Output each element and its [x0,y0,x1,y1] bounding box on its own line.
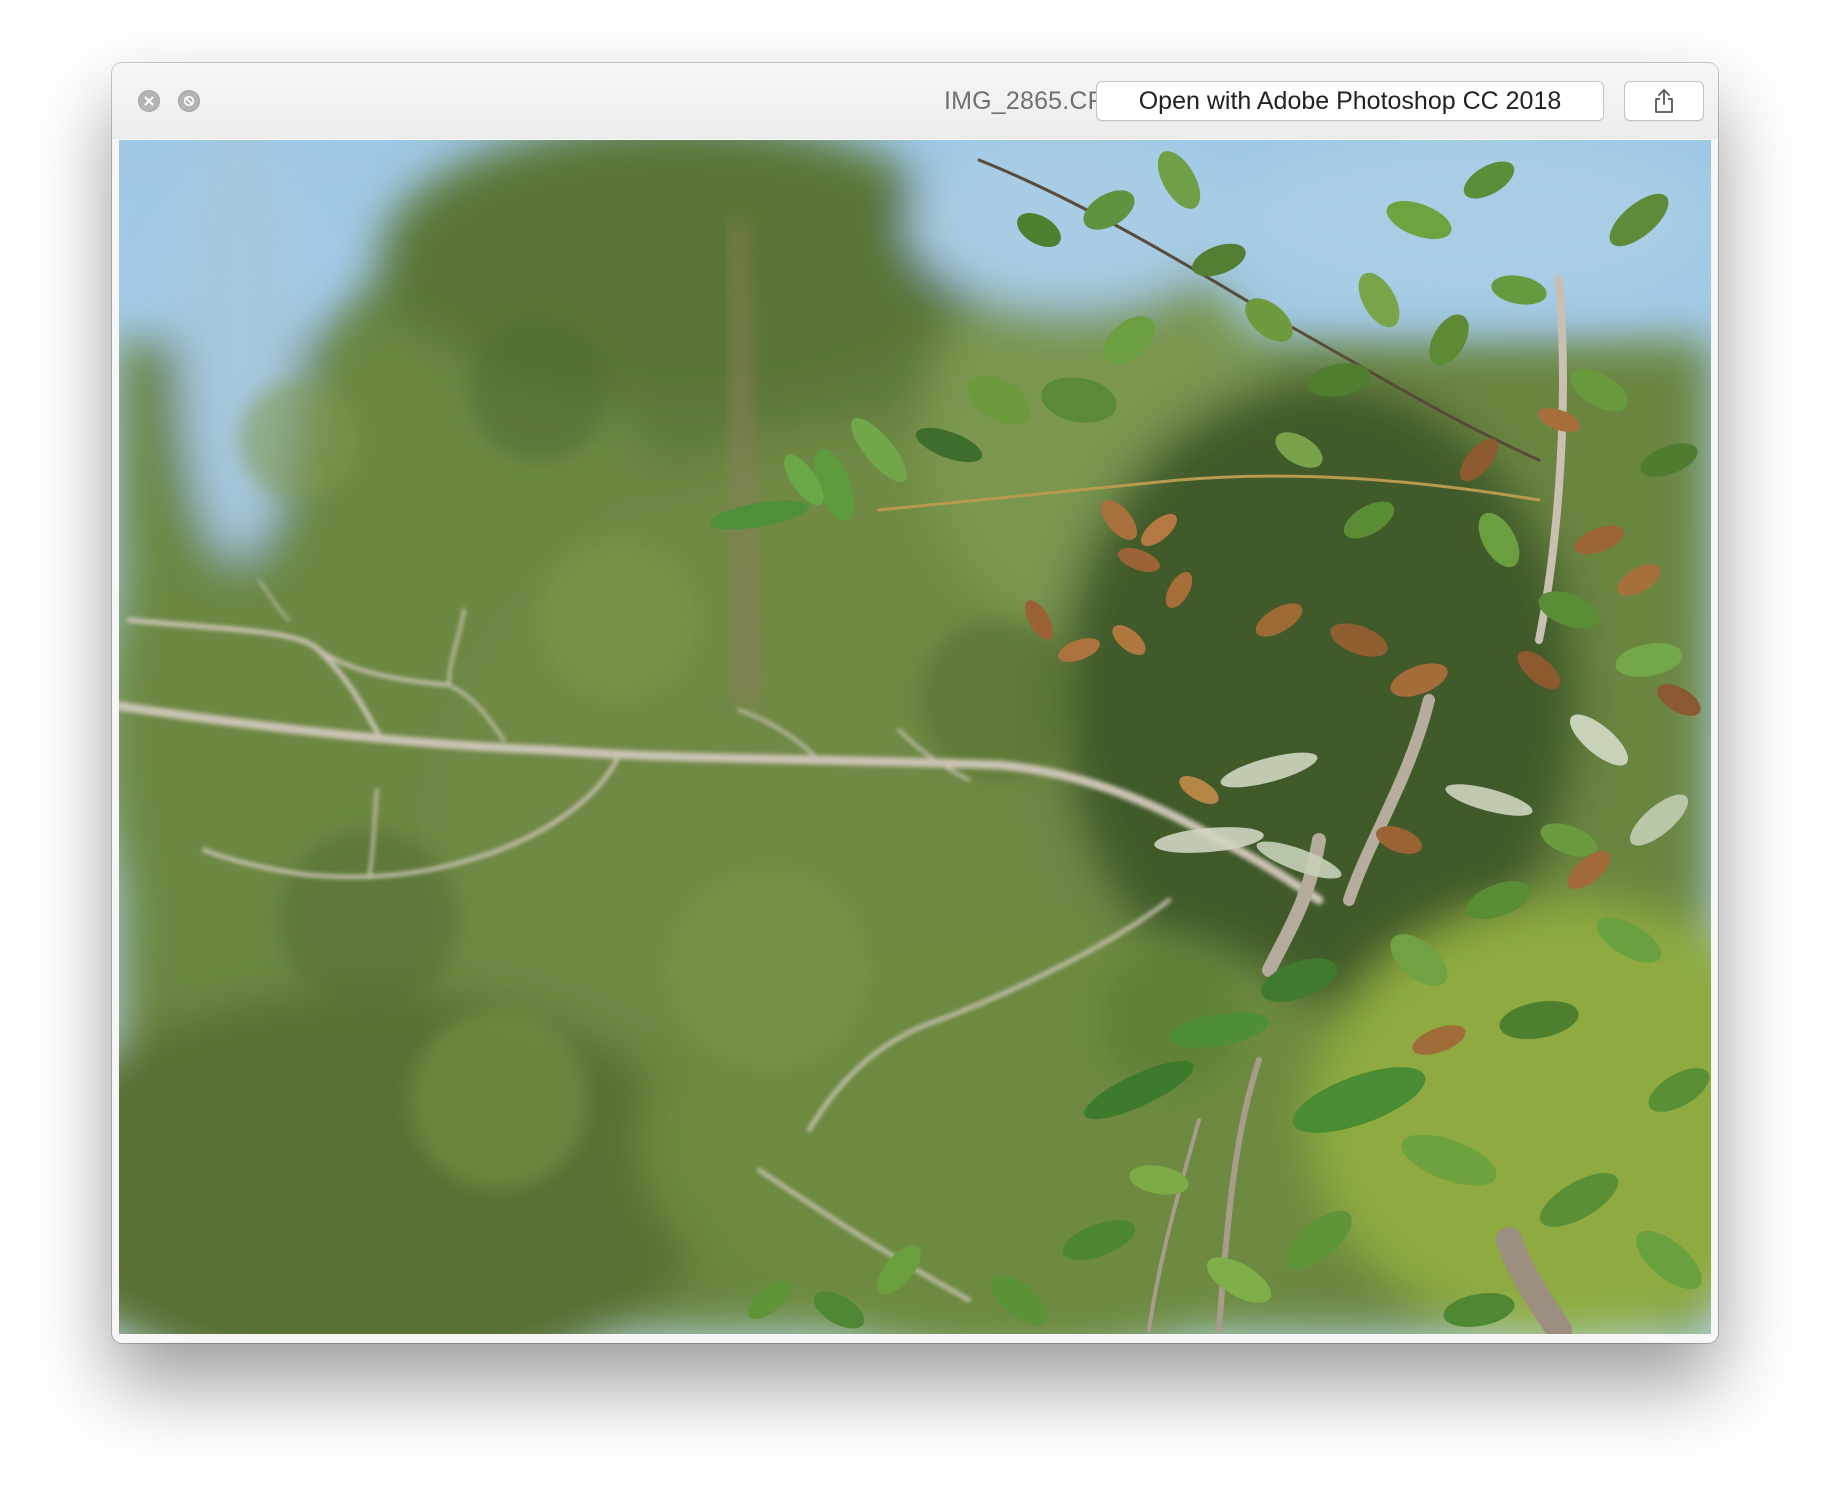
open-with-button[interactable]: Open with Adobe Photoshop CC 2018 [1096,81,1604,121]
quicklook-window: IMG_2865.CR2 Open with Adobe Photoshop C… [112,63,1718,1343]
share-button[interactable] [1624,81,1704,121]
photo-preview [119,140,1711,1334]
close-button[interactable] [138,90,160,112]
title-bar: IMG_2865.CR2 Open with Adobe Photoshop C… [112,63,1718,139]
share-icon [1655,89,1673,113]
fullscreen-icon [183,95,195,107]
close-icon [144,96,154,106]
photo-image [119,140,1711,1334]
fullscreen-button[interactable] [178,90,200,112]
